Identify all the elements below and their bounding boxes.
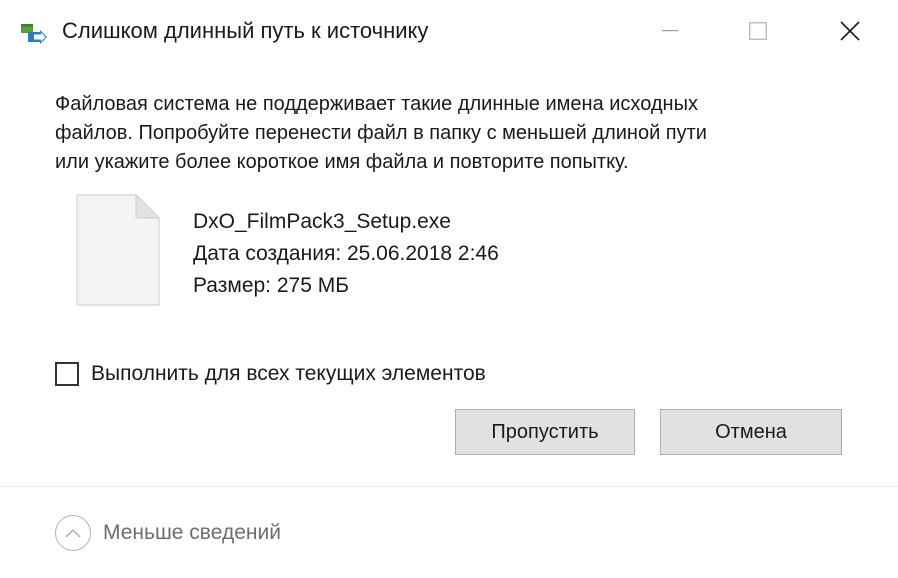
- message-line: Файловая система не поддерживает такие д…: [55, 93, 698, 115]
- apply-to-all-checkbox-row[interactable]: Выполнить для всех текущих элементов: [55, 362, 486, 386]
- file-size: Размер: 275 МБ: [193, 274, 349, 297]
- close-button[interactable]: [820, 0, 880, 62]
- file-name: DxO_FilmPack3_Setup.exe: [193, 210, 451, 233]
- apply-to-all-checkbox[interactable]: [55, 362, 79, 386]
- message-line: файлов. Попробуйте перенести файл в папк…: [55, 122, 707, 144]
- window-title: Слишком длинный путь к источнику: [62, 18, 429, 43]
- fewer-details-toggle[interactable]: Меньше сведений: [55, 515, 281, 551]
- move-file-icon: [21, 24, 47, 44]
- file-details: DxO_FilmPack3_Setup.exe Дата создания: 2…: [193, 206, 499, 302]
- chevron-up-icon[interactable]: [55, 515, 91, 551]
- apply-to-all-label[interactable]: Выполнить для всех текущих элементов: [91, 362, 486, 386]
- fewer-details-label[interactable]: Меньше сведений: [103, 521, 281, 545]
- maximize-button[interactable]: [728, 0, 788, 62]
- file-created-date: Дата создания: 25.06.2018 2:46: [193, 242, 499, 265]
- dialog-window: Слишком длинный путь к источнику Файлова…: [0, 0, 898, 578]
- message-line: или укажите более короткое имя файла и п…: [55, 151, 629, 173]
- minimize-icon: [662, 30, 678, 32]
- minimize-button[interactable]: [640, 0, 700, 62]
- file-icon: [76, 194, 160, 306]
- close-icon: [840, 21, 860, 41]
- dialog-footer: Меньше сведений: [0, 486, 898, 578]
- skip-button[interactable]: Пропустить: [455, 409, 635, 455]
- title-bar[interactable]: Слишком длинный путь к источнику: [0, 0, 898, 64]
- error-message: Файловая система не поддерживает такие д…: [55, 90, 855, 177]
- cancel-button[interactable]: Отмена: [660, 409, 842, 455]
- maximize-icon: [749, 22, 767, 40]
